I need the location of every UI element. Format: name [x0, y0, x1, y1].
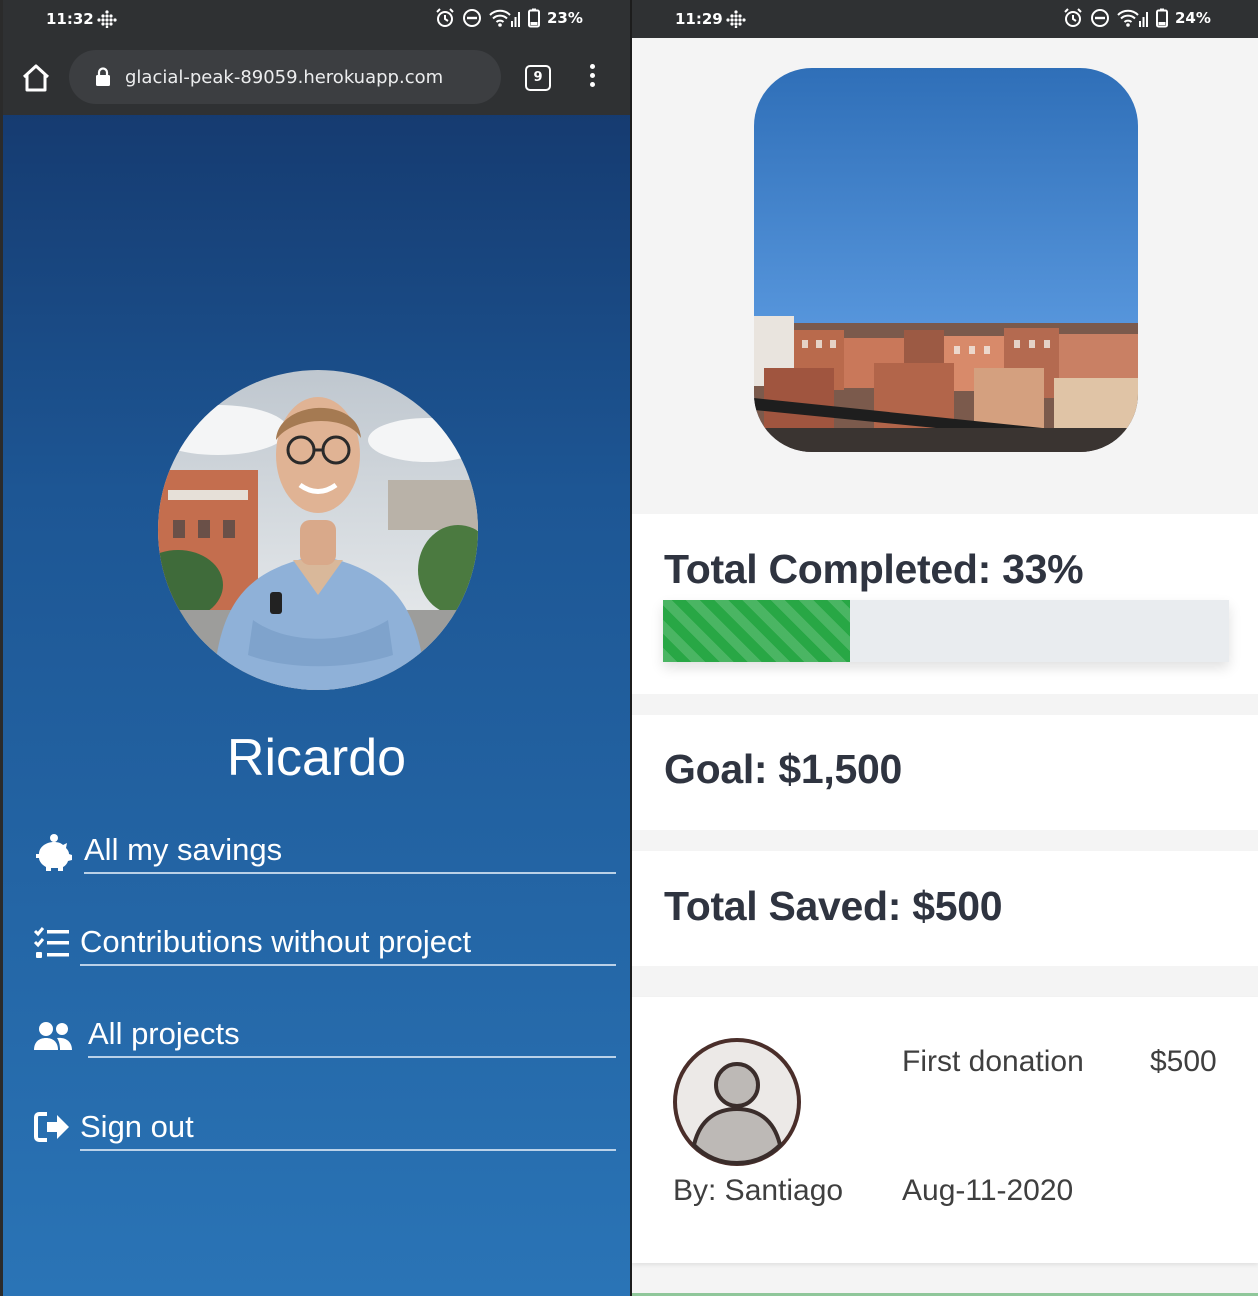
- goal-heading: Goal: $1,500: [664, 746, 902, 792]
- status-bar: 11:29 24%: [632, 0, 1258, 38]
- status-bar: 11:32 23%: [3, 0, 630, 38]
- donation-card: First donation $500 By: Santiago Aug-11-…: [632, 997, 1258, 1263]
- donation-date: Aug-11-2020: [902, 1174, 1074, 1207]
- saved-card: Total Saved: $500: [632, 851, 1258, 966]
- battery-percent: 24%: [1175, 9, 1211, 27]
- menu-item-all-projects[interactable]: All projects: [3, 1004, 630, 1074]
- menu-underline: [80, 1149, 616, 1151]
- battery-icon: [1156, 8, 1168, 28]
- do-not-disturb-icon: [463, 9, 481, 27]
- user-avatar-icon: [673, 1038, 801, 1166]
- battery-percent: 23%: [547, 9, 583, 27]
- menu-item-all-my-savings[interactable]: All my savings: [3, 820, 630, 890]
- menu-label: All projects: [88, 1016, 240, 1051]
- status-time: 11:32: [46, 10, 94, 28]
- profile-name: Ricardo: [226, 729, 407, 787]
- menu-underline: [84, 872, 616, 874]
- alarm-icon: [1064, 8, 1082, 27]
- wifi-signal-icon: [489, 9, 520, 27]
- alarm-icon: [436, 8, 454, 27]
- sign-out-icon: [34, 1112, 69, 1142]
- tasks-list-icon: [33, 927, 69, 958]
- menu-label: Contributions without project: [80, 924, 472, 959]
- progress-fill: [663, 600, 850, 662]
- donor-name: By: Santiago: [673, 1174, 844, 1207]
- users-icon: [34, 1022, 72, 1050]
- profile-avatar: [158, 370, 478, 690]
- project-image: [754, 68, 1138, 452]
- tab-switcher-button[interactable]: 9: [525, 65, 551, 91]
- url-text: glacial-peak-89059.herokuapp.com: [125, 67, 444, 88]
- wifi-signal-icon: [1117, 9, 1148, 27]
- address-bar[interactable]: glacial-peak-89059.herokuapp.com: [69, 50, 501, 104]
- do-not-disturb-icon: [1091, 9, 1109, 27]
- app-notification-icon: [726, 10, 746, 28]
- home-icon[interactable]: [21, 64, 51, 92]
- menu-underline: [88, 1056, 616, 1058]
- lock-icon: [96, 67, 110, 86]
- battery-icon: [528, 8, 540, 28]
- progress-bar: [663, 600, 1229, 662]
- donation-title: First donation: [902, 1045, 1084, 1078]
- right-phone-screen: 11:29 24% Total Completed: 33% Goal: $1,…: [632, 0, 1258, 1296]
- browser-toolbar: glacial-peak-89059.herokuapp.com 9: [3, 38, 630, 115]
- app-notification-icon: [97, 10, 117, 28]
- menu-underline: [80, 964, 616, 966]
- completion-heading: Total Completed: 33%: [664, 546, 1084, 592]
- saved-heading: Total Saved: $500: [664, 883, 1003, 929]
- completion-card: Total Completed: 33%: [632, 514, 1258, 694]
- menu-label: All my savings: [84, 832, 283, 867]
- menu-label: Sign out: [80, 1109, 194, 1144]
- menu-item-sign-out[interactable]: Sign out: [3, 1096, 630, 1166]
- goal-card: Goal: $1,500: [632, 715, 1258, 830]
- left-phone-screen: 11:32 23% glacial-peak-89059.herokuapp.c…: [3, 0, 630, 1296]
- more-options-icon[interactable]: [587, 64, 597, 92]
- status-time: 11:29: [675, 10, 723, 28]
- menu-item-contributions-without-project[interactable]: Contributions without project: [3, 912, 630, 982]
- piggy-bank-icon: [36, 834, 72, 871]
- donation-amount: $500: [1150, 1045, 1217, 1078]
